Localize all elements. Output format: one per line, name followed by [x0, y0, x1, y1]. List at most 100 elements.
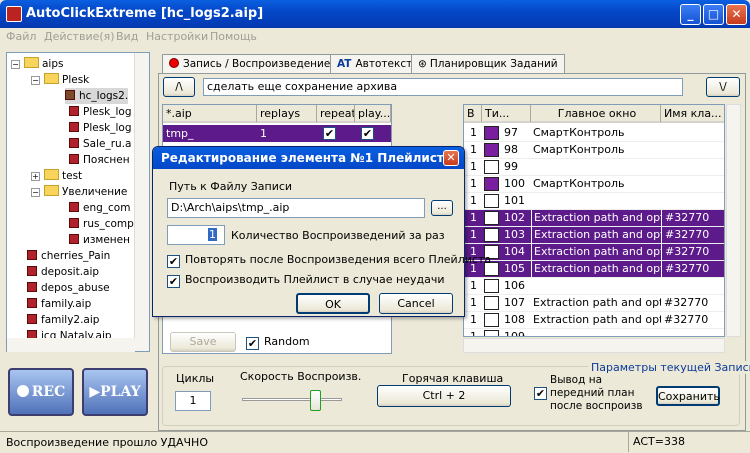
collapse-icon[interactable]: − [31, 76, 40, 85]
folder-icon [24, 57, 39, 68]
tab-record-playback[interactable]: Запись / Воспроизведение [162, 54, 338, 74]
hotkey-label: Горячая клавиша [402, 372, 504, 385]
play-checkbox[interactable]: ✔ [361, 127, 374, 140]
event-id-cell: 104 [504, 245, 525, 258]
event-row[interactable]: 1104Extraction path and options#32770 [464, 244, 724, 261]
events-horizontal-scrollbar[interactable] [463, 338, 725, 353]
move-up-button[interactable]: /\ [163, 77, 195, 97]
tree-item[interactable]: изменен [69, 232, 130, 248]
collapse-icon[interactable]: − [11, 60, 20, 69]
col-replays[interactable]: replays [257, 105, 317, 123]
event-type-icon [484, 228, 499, 242]
event-repeat-cell: 1 [470, 330, 477, 337]
event-row[interactable]: 1 101 [464, 193, 724, 210]
repeat-after-checkbox[interactable]: ✔ [167, 255, 180, 268]
repeat-after-toggle[interactable]: ✔ Повторять после Воспроизведения всего П… [167, 253, 491, 268]
tree-item[interactable]: rus_comp [69, 216, 134, 232]
file-tree[interactable]: − aips − Plesk hc_logs2. Plesk_log Plesk_l… [6, 52, 150, 352]
event-row[interactable]: 1 109 [464, 329, 724, 337]
count-input[interactable]: 1 [167, 225, 225, 245]
menu-help[interactable]: Помощь [210, 30, 257, 43]
event-type-icon [484, 330, 499, 336]
front-checkbox[interactable]: ✔ [534, 387, 547, 400]
col-repeat[interactable]: repeat [317, 105, 355, 123]
tree-item[interactable]: depos_abuse [27, 280, 110, 296]
event-row[interactable]: 1 99 [464, 159, 724, 176]
path-input[interactable]: D:\Arch\aips\tmp_.aip [167, 198, 425, 218]
tree-item[interactable]: Plesk_log [69, 120, 132, 136]
tree-vertical-scrollbar[interactable] [134, 53, 149, 351]
close-button[interactable]: ✕ [726, 4, 747, 25]
save-record-button[interactable]: Сохранить [656, 386, 720, 406]
expand-icon[interactable]: + [31, 172, 40, 181]
tree-node-test[interactable]: + test [31, 168, 82, 184]
maximize-button[interactable]: □ [703, 4, 724, 25]
col-play[interactable]: play... [355, 105, 391, 123]
record-comment-input[interactable]: сделать еще сохранение архива [203, 78, 683, 96]
tab-scheduler[interactable]: ⊛ Планировщик Заданий [411, 54, 565, 74]
event-row[interactable]: 1 103 Extraction path and options#32770 [464, 227, 724, 244]
event-row[interactable]: 1 102 Extraction path and options#32770 [464, 210, 724, 227]
cycles-input[interactable]: 1 [175, 391, 211, 411]
menu-file[interactable]: Файл [6, 30, 36, 43]
tree-node-plesk[interactable]: − Plesk [31, 72, 89, 88]
col-main-window[interactable]: Главное окно [531, 105, 661, 123]
event-row[interactable]: 1 97 СмартКонтроль [464, 125, 724, 142]
event-window-cell: СмартКонтроль [533, 143, 625, 156]
collapse-icon[interactable]: − [31, 188, 40, 197]
events-table[interactable]: В Ти... Главное окно Имя кла... 1 97 Смарт… [463, 104, 725, 337]
event-row[interactable]: 1 98 СмартКонтроль [464, 142, 724, 159]
params-label: Параметры текущей Записи [588, 361, 750, 374]
tree-node-aips[interactable]: − aips [11, 56, 64, 72]
play-on-fail-toggle[interactable]: ✔ Воспроизводить Плейлист в случае неудач… [167, 273, 444, 288]
play-on-fail-checkbox[interactable]: ✔ [167, 275, 180, 288]
tree-item[interactable]: cherries_Pain [27, 248, 110, 264]
event-row[interactable]: 1 100 СмартКонтроль [464, 176, 724, 193]
menu-actions[interactable]: Действие(я) [44, 30, 115, 43]
table-row[interactable]: tmp_ 1 ✔ ✔ [163, 125, 391, 142]
repeat-checkbox[interactable]: ✔ [323, 127, 336, 140]
tree-item[interactable]: family2.aip [27, 312, 99, 328]
speed-slider-track[interactable] [242, 398, 342, 401]
dialog-close-icon[interactable]: ✕ [443, 150, 459, 166]
tree-item[interactable]: Plesk_log [69, 104, 132, 120]
hotkey-button[interactable]: Ctrl + 2 [377, 385, 511, 407]
random-checkbox[interactable]: ✔ [246, 337, 259, 350]
event-row[interactable]: 1105Extraction path and options#32770 [464, 261, 724, 278]
tree-item[interactable]: Sale_ru.a [69, 136, 131, 152]
col-v[interactable]: В [464, 105, 482, 123]
col-aip[interactable]: *.aip [163, 105, 257, 123]
file-icon [69, 122, 79, 132]
col-type[interactable]: Ти... [482, 105, 531, 123]
save-playlist-button[interactable]: Save [170, 332, 236, 352]
file-icon [69, 218, 79, 228]
menu-view[interactable]: Вид [116, 30, 138, 43]
tree-item[interactable]: family.aip [27, 296, 91, 312]
status-text: Воспроизведение прошло УДАЧНО [6, 436, 208, 449]
move-down-button[interactable]: \/ [706, 77, 740, 97]
cancel-button[interactable]: Cancel [379, 293, 453, 314]
play-button[interactable]: ▶PLAY [82, 368, 148, 416]
browse-button[interactable]: ... [431, 200, 453, 216]
tree-item-selected[interactable]: hc_logs2. [65, 88, 129, 104]
event-id-cell: 106 [504, 279, 525, 292]
tree-item[interactable]: deposit.aip [27, 264, 99, 280]
events-vertical-scrollbar[interactable] [726, 104, 741, 337]
event-class-cell: #32770 [664, 296, 709, 309]
speed-slider-thumb[interactable] [310, 390, 321, 411]
record-icon [16, 385, 29, 397]
tree-item[interactable]: eng_com [69, 200, 130, 216]
rec-button[interactable]: REC [8, 368, 74, 416]
tab-autotext[interactable]: AT Автотекст [330, 54, 420, 74]
event-row[interactable]: 1 106 [464, 278, 724, 295]
minimize-button[interactable]: _ [680, 4, 701, 25]
event-row[interactable]: 1 107 Extraction path and options#32770 [464, 295, 724, 312]
col-class-name[interactable]: Имя кла... [661, 105, 724, 123]
tree-horizontal-scrollbar[interactable] [7, 338, 135, 352]
random-toggle[interactable]: ✔ Random [246, 335, 310, 350]
tree-item[interactable]: Пояснен [69, 152, 130, 168]
event-row[interactable]: 1 108 Extraction path and options#32770 [464, 312, 724, 329]
tree-node-uvel[interactable]: − Увеличение [31, 184, 127, 200]
ok-button[interactable]: OK [296, 293, 370, 314]
menu-settings[interactable]: Настройки [146, 30, 208, 43]
